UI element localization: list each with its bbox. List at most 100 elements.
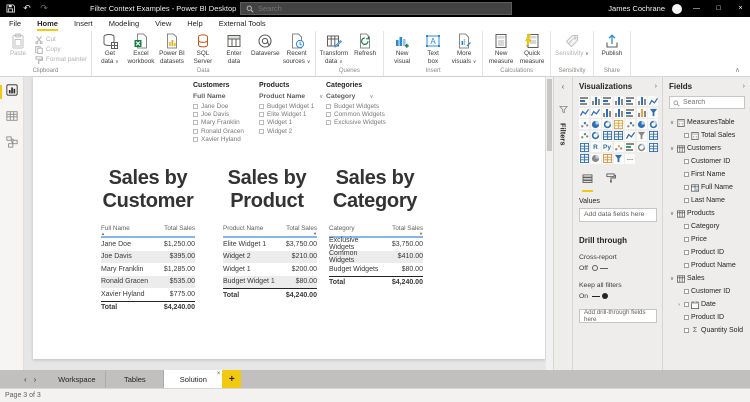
ribbon-button-excel-workbook[interactable]: Excel workbook: [127, 33, 155, 65]
multi-row-card-icon[interactable]: [613, 130, 624, 141]
table-visual-product[interactable]: Product Name Total Sales ▼ Elite Widget 1 $…: [223, 225, 317, 301]
page-tab-prev-icon[interactable]: ‹: [24, 375, 27, 384]
python-visual-icon[interactable]: Py: [602, 142, 612, 152]
line-and-clustered-column-chart-icon[interactable]: [613, 107, 624, 118]
checkbox[interactable]: [684, 133, 689, 138]
arcgis-map-icon[interactable]: [590, 153, 601, 164]
treemap-icon[interactable]: [613, 119, 624, 129]
visual-title-sales-by-category[interactable]: Sales by Category: [316, 167, 434, 213]
rail-model-view[interactable]: [0, 133, 24, 155]
r-script-visual-icon[interactable]: R: [590, 142, 601, 152]
checkbox[interactable]: [684, 172, 689, 177]
field-last-name[interactable]: Last Name: [669, 194, 745, 207]
matrix-icon[interactable]: [579, 142, 589, 152]
ribbon-button-text-box[interactable]: A Text box: [419, 33, 447, 65]
ribbon-button-refresh[interactable]: Refresh: [351, 33, 379, 58]
chevron-down-icon[interactable]: ∨: [369, 94, 373, 100]
column-header-category[interactable]: Category: [329, 225, 384, 236]
field-product-id[interactable]: Product ID: [669, 246, 745, 259]
global-search-box[interactable]: [240, 2, 512, 15]
slicer-icon[interactable]: [636, 130, 647, 141]
slicer-item-jane-doe[interactable]: Jane Doe: [193, 102, 244, 110]
checkbox[interactable]: [684, 159, 689, 164]
slicer-header[interactable]: Full Name: [193, 93, 244, 100]
save-icon[interactable]: [5, 4, 15, 14]
paginated-report-icon[interactable]: [579, 153, 589, 164]
ribbon-chart-icon[interactable]: [625, 107, 635, 118]
chevron-down-icon[interactable]: ∨: [319, 94, 323, 100]
checkbox[interactable]: [259, 112, 264, 118]
menu-tab-modeling[interactable]: Modeling: [109, 17, 139, 31]
table-visual-category[interactable]: Category Total Sales ▼ Exclusive Widgets $3…: [329, 225, 423, 289]
table-visual-customer[interactable]: Full Name ▲ Total Sales Jane Doe $1,250.00 J…: [101, 225, 195, 314]
checkbox[interactable]: [193, 137, 198, 143]
decomposition-tree-icon[interactable]: [625, 142, 635, 152]
ribbon-button-dataverse[interactable]: Dataverse: [251, 33, 280, 58]
azure-map-icon[interactable]: [579, 130, 589, 141]
ribbon-collapse-icon[interactable]: ∧: [735, 66, 750, 76]
minimize-button[interactable]: —: [689, 0, 704, 17]
collapse-icon[interactable]: ∨: [669, 276, 675, 282]
format-tab[interactable]: [605, 170, 616, 192]
funnel-chart-icon[interactable]: [648, 107, 658, 118]
smart-narrative-icon[interactable]: [648, 142, 658, 152]
expand-icon[interactable]: ›: [676, 302, 682, 308]
canvas-scrollbar-thumb[interactable]: [547, 79, 552, 151]
drill-through-field-well[interactable]: Add drill-through fields here: [579, 308, 657, 323]
field-customer-id[interactable]: Customer ID: [669, 155, 745, 168]
checkbox[interactable]: [684, 224, 689, 229]
checkbox[interactable]: [259, 128, 264, 134]
pie-chart-icon[interactable]: [590, 119, 601, 129]
checkbox[interactable]: [684, 185, 689, 190]
page-tab-tables[interactable]: Tables: [106, 370, 165, 388]
fields-tab[interactable]: [582, 170, 593, 192]
donut-chart-icon[interactable]: [602, 119, 612, 129]
filters-expand-icon[interactable]: ‹: [562, 82, 565, 91]
visual-title-sales-by-product[interactable]: Sales by Product: [208, 167, 326, 213]
visual-title-sales-by-customer[interactable]: Sales by Customer: [89, 167, 207, 213]
100-stacked-column-chart-icon[interactable]: [636, 96, 647, 106]
checkbox[interactable]: [259, 120, 264, 126]
checkbox[interactable]: [684, 328, 689, 333]
field-category[interactable]: Category: [669, 220, 745, 233]
checkbox[interactable]: [326, 103, 331, 109]
slicer-item-exclusive-widgets[interactable]: Exclusive Widgets: [326, 119, 386, 127]
collapse-icon[interactable]: ∨: [669, 211, 675, 217]
menu-tab-help[interactable]: Help: [187, 17, 202, 31]
redo-icon[interactable]: ↷: [39, 4, 49, 14]
stacked-area-chart-icon[interactable]: [590, 107, 601, 118]
checkbox[interactable]: [684, 263, 689, 268]
slicer-item-budget-widgets[interactable]: Budget Widgets: [326, 102, 386, 110]
shape-map-icon[interactable]: [648, 119, 658, 129]
checkbox[interactable]: [193, 128, 198, 134]
slicer-header[interactable]: Product Name ∨: [259, 93, 323, 100]
line-and-stacked-column-chart-icon[interactable]: [602, 107, 612, 118]
ribbon-button-sql-server[interactable]: SQL Server: [189, 33, 217, 65]
search-input[interactable]: [258, 4, 458, 13]
waterfall-chart-icon[interactable]: [636, 107, 647, 118]
table-icon[interactable]: [648, 130, 658, 141]
field-product-id[interactable]: Product ID: [669, 311, 745, 324]
field-first-name[interactable]: First Name: [669, 168, 745, 181]
column-header-product-name[interactable]: Product Name: [223, 225, 278, 236]
column-header-total-sales[interactable]: Total Sales: [156, 225, 195, 236]
checkbox[interactable]: [326, 112, 331, 118]
rail-data-view[interactable]: [0, 107, 24, 129]
checkbox[interactable]: [193, 120, 198, 126]
slicer-products[interactable]: Products Product Name ∨ Budget Widget 1 Elit…: [259, 82, 323, 136]
line-chart-icon[interactable]: [648, 96, 658, 106]
ribbon-button-get-data[interactable]: Get data ∨: [96, 33, 124, 65]
checkbox[interactable]: [326, 120, 331, 126]
user-name[interactable]: James Cochrane: [608, 4, 665, 13]
slicer-item-xavier-hyland[interactable]: Xavier Hyland: [193, 136, 244, 144]
cross-report-toggle[interactable]: [591, 265, 608, 273]
stacked-bar-chart-icon[interactable]: [579, 96, 589, 106]
ribbon-button-recent-sources[interactable]: Recent sources ∨: [283, 33, 311, 65]
avatar[interactable]: [672, 3, 682, 14]
more-visuals-ellipsis-icon[interactable]: …: [625, 153, 635, 164]
slicer-item-mary-franklin[interactable]: Mary Franklin: [193, 119, 244, 127]
slicer-categories[interactable]: Categories Category ∨ Budget Widgets Common …: [326, 82, 386, 127]
report-page[interactable]: Customers Full Name Jane Doe Joe Davis Mary …: [33, 77, 545, 359]
power-automate-icon[interactable]: [613, 153, 624, 164]
ribbon-button-new-visual[interactable]: New visual: [388, 33, 416, 65]
